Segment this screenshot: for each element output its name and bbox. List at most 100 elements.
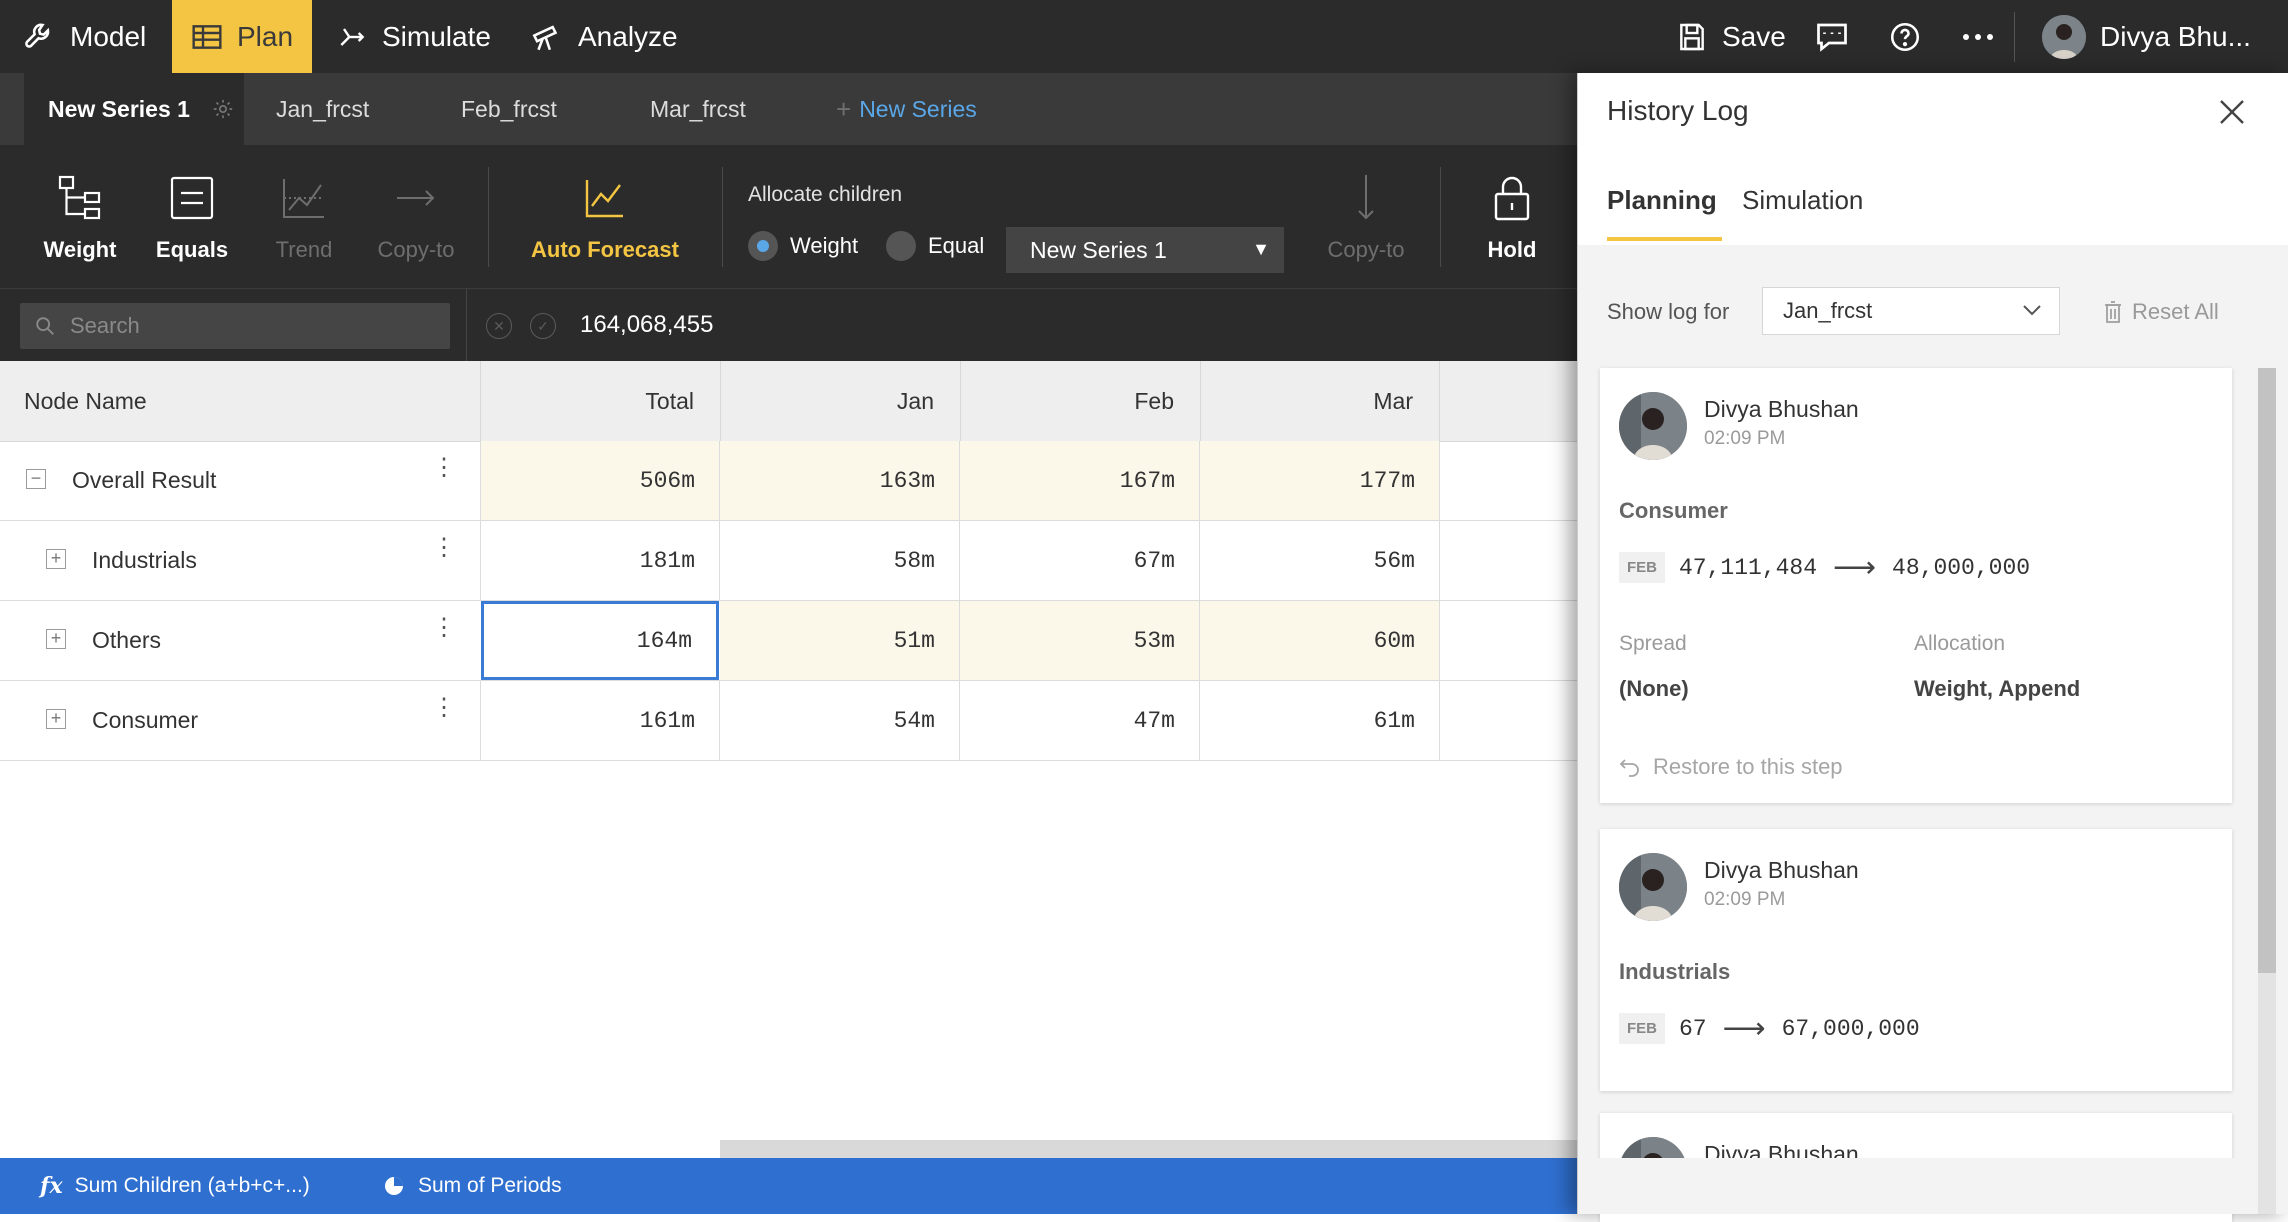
close-icon[interactable] xyxy=(2215,95,2249,129)
arrow-down-icon xyxy=(1358,174,1374,219)
trend-button[interactable]: Trend xyxy=(254,145,354,288)
cell-feb[interactable]: 67m xyxy=(960,521,1200,600)
expand-icon[interactable]: + xyxy=(46,629,66,649)
search-icon xyxy=(36,317,54,335)
user-menu[interactable]: Divya Bhu... xyxy=(2042,0,2251,73)
new-series-button[interactable]: + New Series xyxy=(836,73,977,145)
cell-jan[interactable]: 51m xyxy=(720,601,960,680)
row-menu-icon[interactable]: ⋮ xyxy=(432,536,456,560)
cell-feb[interactable]: 53m xyxy=(960,601,1200,680)
cell-feb[interactable]: 47m xyxy=(960,681,1200,760)
trash-icon xyxy=(2105,301,2121,323)
row-name: Industrials xyxy=(92,547,197,573)
reset-all-button[interactable]: Reset All xyxy=(2104,299,2219,325)
cell-jan[interactable]: 54m xyxy=(720,681,960,760)
hold-button[interactable]: Hold xyxy=(1462,145,1562,288)
collapse-icon[interactable]: − xyxy=(26,469,46,489)
cell-jan[interactable]: 58m xyxy=(720,521,960,600)
nav-analyze[interactable]: Analyze xyxy=(530,0,678,73)
show-log-for-label: Show log for xyxy=(1607,299,1730,324)
cell-jan[interactable]: 163m xyxy=(720,441,960,520)
panel-scrollbar-thumb[interactable] xyxy=(2258,368,2276,973)
tab-planning[interactable]: Planning xyxy=(1607,185,1717,216)
history-log-panel: History Log Planning Simulation Show log… xyxy=(1577,73,2288,1222)
search-input[interactable] xyxy=(68,312,432,340)
column-header-mar[interactable]: Mar xyxy=(1200,361,1440,441)
radio-weight-label: Weight xyxy=(790,233,859,258)
copy-to-down-button[interactable]: Copy-to xyxy=(1316,145,1416,288)
tab-new-series-1[interactable]: New Series 1 xyxy=(24,73,244,145)
equals-icon xyxy=(170,176,214,219)
nav-simulate[interactable]: Simulate xyxy=(336,0,491,73)
cell-mar[interactable]: 60m xyxy=(1200,601,1440,680)
table-row[interactable]: + Others ⋮ 164m 51m 53m 60m xyxy=(0,601,1580,681)
log-series-select[interactable]: Jan_frcst xyxy=(1762,287,2060,335)
row-menu-icon[interactable]: ⋮ xyxy=(432,696,456,720)
cell-total[interactable]: 161m xyxy=(480,681,720,760)
new-value: 48,000,000 xyxy=(1892,554,2031,581)
plus-icon: + xyxy=(836,93,852,124)
column-header-node-name[interactable]: Node Name xyxy=(24,361,147,441)
cell-total-selected[interactable]: 164m xyxy=(481,601,719,680)
radio-weight-dot[interactable] xyxy=(748,231,778,261)
cancel-edit-icon[interactable]: ✕ xyxy=(486,313,512,339)
table-row[interactable]: − Overall Result ⋮ 506m 163m 167m 177m xyxy=(0,441,1580,521)
nav-analyze-label: Analyze xyxy=(578,20,678,52)
series-tab-bar: New Series 1 Jan_frcst Feb_frcst Mar_frc… xyxy=(0,73,1580,145)
search-box[interactable] xyxy=(20,303,450,349)
series-select-value: New Series 1 xyxy=(1030,236,1167,263)
cell-total[interactable]: 181m xyxy=(480,521,720,600)
radio-equal[interactable]: Equal xyxy=(886,231,984,261)
table-row[interactable]: + Consumer ⋮ 161m 54m 47m 61m xyxy=(0,681,1580,761)
cell-mar[interactable]: 56m xyxy=(1200,521,1440,600)
new-series-label: New Series xyxy=(859,95,977,122)
tab-mar-frcst[interactable]: Mar_frcst xyxy=(650,73,746,145)
copy-to-button[interactable]: Copy-to xyxy=(366,145,466,288)
panel-bottom-fade xyxy=(1578,1158,2258,1214)
gear-icon[interactable] xyxy=(212,98,234,120)
cell-total[interactable]: 506m xyxy=(480,441,720,520)
confirm-edit-icon[interactable]: ✓ xyxy=(530,313,556,339)
history-entry-card: Divya Bhushan 02:09 PM Industrials FEB 6… xyxy=(1600,829,2232,1091)
row-menu-icon[interactable]: ⋮ xyxy=(432,616,456,640)
radio-equal-dot[interactable] xyxy=(886,231,916,261)
formula-value[interactable]: 164,068,455 xyxy=(580,311,713,339)
wrench-icon xyxy=(25,23,50,48)
help-icon xyxy=(1890,22,1920,51)
equals-button[interactable]: Equals xyxy=(142,145,242,288)
column-header-feb[interactable]: Feb xyxy=(960,361,1200,441)
cell-feb[interactable]: 167m xyxy=(960,441,1200,520)
expand-icon[interactable]: + xyxy=(46,549,66,569)
user-name: Divya Bhu... xyxy=(2100,20,2251,52)
tab-jan-frcst[interactable]: Jan_frcst xyxy=(276,73,369,145)
more-button[interactable] xyxy=(1960,0,2010,73)
tab-label: Feb_frcst xyxy=(461,95,557,122)
horizontal-scrollbar[interactable] xyxy=(720,1140,1580,1158)
restore-to-step-button[interactable]: Restore to this step xyxy=(1619,754,1843,780)
expand-icon[interactable]: + xyxy=(46,709,66,729)
nav-plan[interactable]: Plan xyxy=(172,0,312,73)
row-menu-icon[interactable]: ⋮ xyxy=(432,456,456,480)
comment-button[interactable] xyxy=(1814,0,1864,73)
sum-of-periods-button[interactable]: Sum of Periods xyxy=(384,1158,562,1214)
spread-value: (None) xyxy=(1619,676,1689,701)
help-button[interactable] xyxy=(1888,0,1936,73)
column-header-jan[interactable]: Jan xyxy=(720,361,960,441)
equals-label: Equals xyxy=(155,236,229,262)
cell-mar[interactable]: 61m xyxy=(1200,681,1440,760)
series-select[interactable]: New Series 1 ▼ xyxy=(1006,227,1284,273)
sum-children-button[interactable]: fx Sum Children (a+b+c+...) xyxy=(40,1158,310,1214)
cell-mar[interactable]: 177m xyxy=(1200,441,1440,520)
nav-divider xyxy=(2014,12,2015,62)
sum-children-label: Sum Children (a+b+c+...) xyxy=(74,1174,310,1197)
nav-simulate-label: Simulate xyxy=(382,20,491,52)
column-header-total[interactable]: Total xyxy=(480,361,720,441)
table-row[interactable]: + Industrials ⋮ 181m 58m 67m 56m xyxy=(0,521,1580,601)
tab-simulation[interactable]: Simulation xyxy=(1742,185,1863,216)
weight-button[interactable]: Weight xyxy=(30,145,130,288)
radio-weight[interactable]: Weight xyxy=(748,231,858,261)
save-button[interactable]: Save xyxy=(1676,0,1786,73)
tab-feb-frcst[interactable]: Feb_frcst xyxy=(461,73,557,145)
auto-forecast-button[interactable]: Auto Forecast xyxy=(520,145,690,288)
nav-model[interactable]: Model xyxy=(22,0,146,73)
